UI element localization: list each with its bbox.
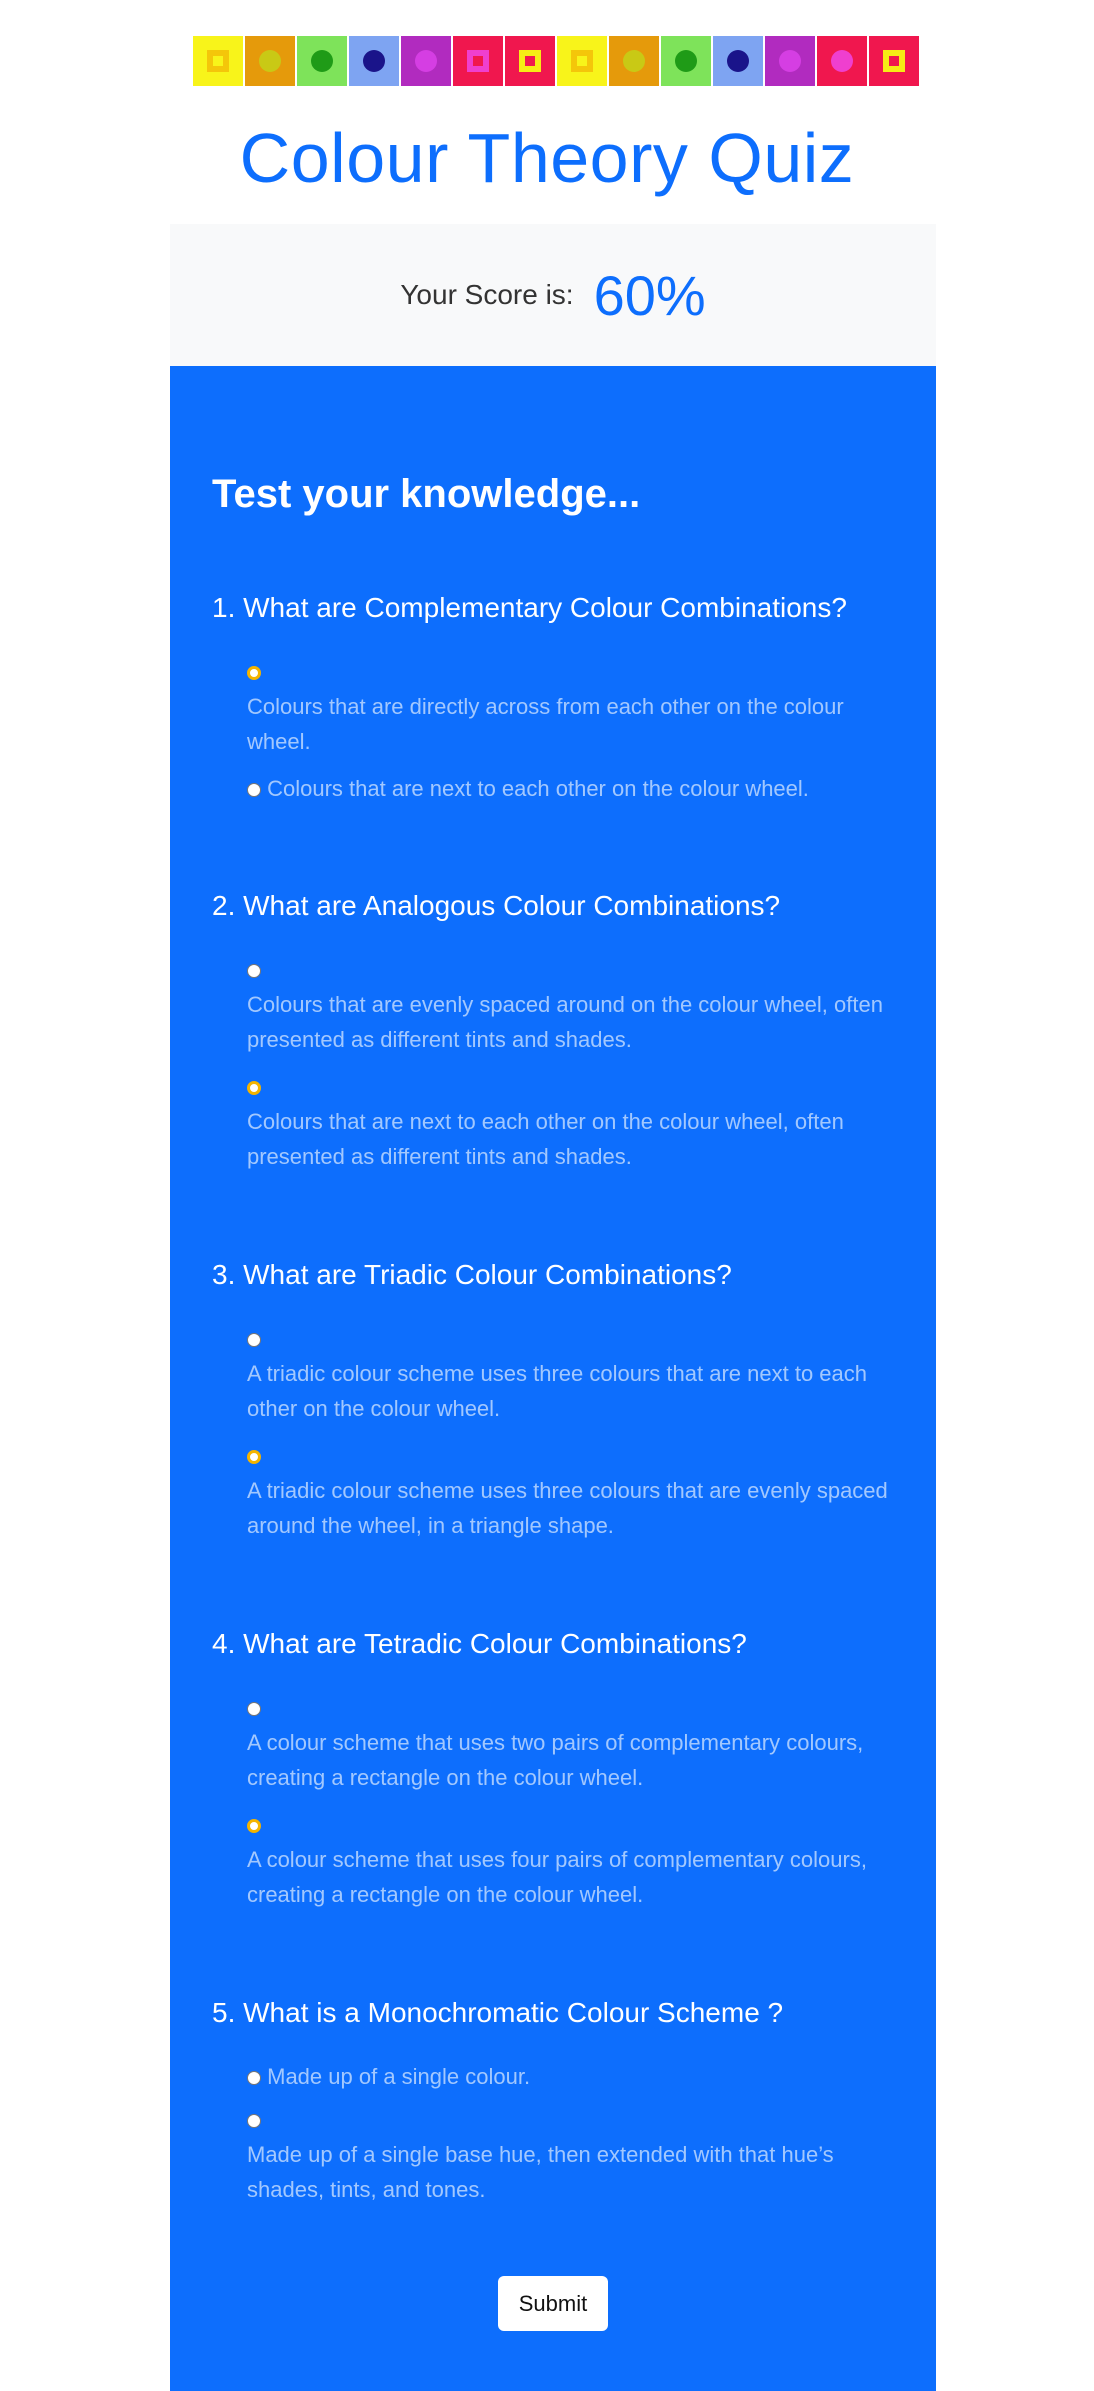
radio-button[interactable] [247, 783, 261, 798]
option-2b[interactable]: Colours that are next to each other on t… [247, 1069, 894, 1174]
option-label: A colour scheme that uses four pairs of … [247, 1847, 867, 1907]
red-yellow-square-tile-icon [505, 36, 555, 86]
score-label: Your Score is: [400, 279, 574, 310]
option-label: Made up of a single colour. [267, 2064, 531, 2089]
radio-button[interactable] [247, 666, 261, 681]
orange-circle-tile-icon [245, 36, 295, 86]
question-4: 4. What are Tetradic Colour Combinations… [212, 1628, 894, 1912]
option-label: Colours that are next to each other on t… [267, 776, 809, 801]
radio-button[interactable] [247, 1333, 261, 1348]
option-label: A colour scheme that uses two pairs of c… [247, 1730, 864, 1790]
option-5b[interactable]: Made up of a single base hue, then exten… [247, 2102, 894, 2207]
question-5: 5. What is a Monochromatic Colour Scheme… [212, 1997, 894, 2207]
yellow-square-tile-icon [193, 36, 243, 86]
radio-button[interactable] [247, 2071, 261, 2086]
option-label: A triadic colour scheme uses three colou… [247, 1478, 888, 1538]
option-1b[interactable]: Colours that are next to each other on t… [247, 771, 894, 806]
radio-button[interactable] [247, 1081, 261, 1096]
radio-button[interactable] [247, 1450, 261, 1465]
orange-circle-tile-icon [609, 36, 659, 86]
option-5a[interactable]: Made up of a single colour. [247, 2059, 894, 2094]
blue-circle-tile-icon [349, 36, 399, 86]
question-text: 1. What are Complementary Colour Combina… [212, 592, 847, 623]
question-1: 1. What are Complementary Colour Combina… [212, 592, 894, 806]
score-panel: Your Score is: 60% [170, 224, 936, 366]
option-3a[interactable]: A triadic colour scheme uses three colou… [247, 1321, 894, 1426]
radio-button[interactable] [247, 1702, 261, 1717]
option-label: Colours that are evenly spaced around on… [247, 992, 883, 1052]
green-circle-tile-icon [661, 36, 711, 86]
red-yellow-square-tile-icon [869, 36, 919, 86]
question-text: 5. What is a Monochromatic Colour Scheme… [212, 1997, 784, 2028]
option-label: Colours that are next to each other on t… [247, 1109, 844, 1169]
page-title: Colour Theory Quiz [239, 119, 855, 197]
colour-tiles-banner [193, 36, 919, 86]
radio-button[interactable] [247, 1819, 261, 1834]
radio-button[interactable] [247, 964, 261, 979]
question-text: 3. What are Triadic Colour Combinations? [212, 1259, 732, 1290]
blue-circle-tile-icon [713, 36, 763, 86]
question-text: 4. What are Tetradic Colour Combinations… [212, 1628, 747, 1659]
red-square-tile-icon [453, 36, 503, 86]
quiz-form: Test your knowledge... 1. What are Compl… [170, 366, 936, 2391]
option-label: A triadic colour scheme uses three colou… [247, 1361, 867, 1421]
option-label: Colours that are directly across from ea… [247, 694, 844, 754]
submit-button[interactable]: Submit [498, 2276, 608, 2331]
option-1a[interactable]: Colours that are directly across from ea… [247, 654, 894, 759]
option-2a[interactable]: Colours that are evenly spaced around on… [247, 952, 894, 1057]
purple-circle-tile-icon [401, 36, 451, 86]
quiz-heading: Test your knowledge... [212, 472, 641, 516]
score-value: 60% [593, 263, 706, 327]
yellow-square-tile-icon [557, 36, 607, 86]
option-3b[interactable]: A triadic colour scheme uses three colou… [247, 1438, 894, 1543]
radio-button[interactable] [247, 2114, 261, 2129]
option-4a[interactable]: A colour scheme that uses two pairs of c… [247, 1690, 894, 1795]
purple-circle-tile-icon [765, 36, 815, 86]
question-2: 2. What are Analogous Colour Combination… [212, 890, 894, 1174]
question-3: 3. What are Triadic Colour Combinations?… [212, 1259, 894, 1543]
option-label: Made up of a single base hue, then exten… [247, 2142, 834, 2202]
red-circle-tile-icon [817, 36, 867, 86]
option-4b[interactable]: A colour scheme that uses four pairs of … [247, 1807, 894, 1912]
question-text: 2. What are Analogous Colour Combination… [212, 890, 781, 921]
green-circle-tile-icon [297, 36, 347, 86]
